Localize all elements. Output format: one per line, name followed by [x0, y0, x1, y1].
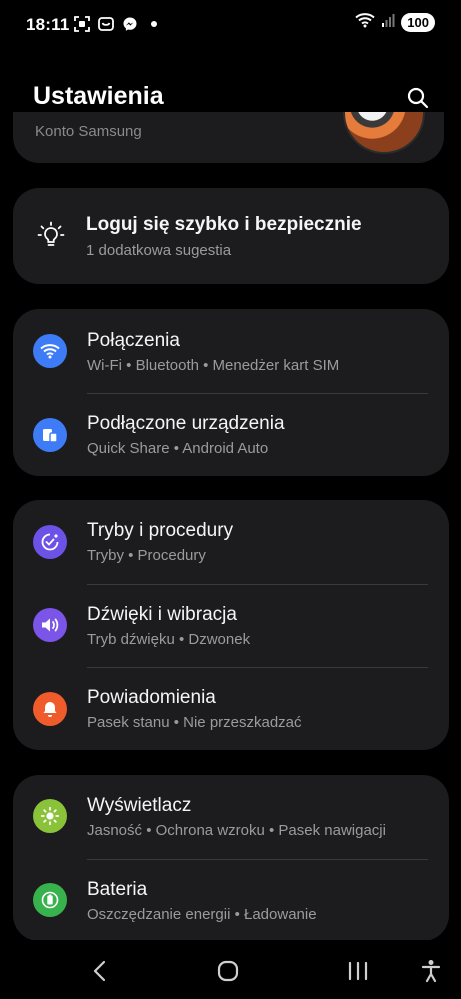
item-subtitle: Tryb dźwięku • Dzwonek: [87, 631, 251, 648]
search-button[interactable]: [400, 80, 436, 116]
item-subtitle: Jasność • Ochrona wzroku • Pasek nawigac…: [87, 822, 386, 839]
notification-dot-icon: [146, 16, 162, 32]
suggestion-subtitle: 1 dodatkowa sugestia: [86, 242, 232, 259]
lightbulb-icon: [37, 221, 65, 254]
item-title: Tryby i procedury: [87, 520, 234, 541]
settings-group-connections: Połączenia Wi-Fi • Bluetooth • Menedżer …: [13, 309, 449, 476]
item-subtitle: Wi-Fi • Bluetooth • Menedżer kart SIM: [87, 357, 340, 374]
item-subtitle: Pasek stanu • Nie przeszkadzać: [87, 714, 302, 731]
item-title: Powiadomienia: [87, 687, 216, 708]
settings-item-connections[interactable]: Połączenia Wi-Fi • Bluetooth • Menedżer …: [13, 309, 449, 393]
search-icon: [407, 87, 429, 109]
settings-item-modes[interactable]: Tryby i procedury Tryby • Procedury: [13, 500, 449, 584]
settings-screen: 18:11 100 Ustawienia Konto Samsung Loguj…: [0, 0, 461, 999]
battery-icon: [33, 883, 67, 917]
settings-group-display: Wyświetlacz Jasność • Ochrona wzroku • P…: [13, 775, 449, 941]
settings-item-notifications[interactable]: Powiadomienia Pasek stanu • Nie przeszka…: [13, 667, 449, 751]
speaker-icon: [33, 608, 67, 642]
signal-icon: [381, 12, 395, 33]
modes-check-icon: [33, 525, 67, 559]
item-subtitle: Tryby • Procedury: [87, 547, 206, 564]
sun-icon: [33, 799, 67, 833]
bell-icon: [33, 692, 67, 726]
home-button[interactable]: [208, 954, 248, 988]
back-button[interactable]: [80, 954, 120, 988]
item-title: Połączenia: [87, 330, 180, 351]
accessibility-icon: [421, 960, 441, 983]
wifi-icon: [33, 334, 67, 368]
status-left-icons: [74, 16, 162, 32]
suggestion-card[interactable]: Loguj się szybko i bezpiecznie 1 dodatko…: [13, 188, 449, 284]
battery-level: 100: [401, 13, 435, 32]
back-icon: [93, 960, 106, 982]
settings-item-battery[interactable]: Bateria Oszczędzanie energii • Ładowanie: [13, 859, 449, 943]
settings-item-display[interactable]: Wyświetlacz Jasność • Ochrona wzroku • P…: [13, 775, 449, 859]
recents-button[interactable]: [338, 954, 378, 988]
settings-item-sounds[interactable]: Dźwięki i wibracja Tryb dźwięku • Dzwone…: [13, 584, 449, 668]
screenshot-icon: [74, 16, 90, 32]
messenger-icon: [122, 16, 138, 32]
item-title: Bateria: [87, 879, 148, 900]
navigation-bar: [0, 940, 461, 999]
suggestion-title: Loguj się szybko i bezpiecznie: [86, 214, 362, 235]
status-right-icons: 100: [355, 12, 435, 33]
accessibility-button[interactable]: [411, 954, 451, 988]
settings-item-connected-devices[interactable]: Podłączone urządzenia Quick Share • Andr…: [13, 393, 449, 477]
status-time: 18:11: [26, 15, 70, 34]
recents-icon: [348, 961, 368, 981]
home-icon: [217, 960, 239, 982]
devices-icon: [33, 418, 67, 452]
page-title: Ustawienia: [33, 82, 164, 110]
avatar: [343, 112, 425, 154]
item-title: Wyświetlacz: [87, 795, 192, 816]
item-title: Dźwięki i wibracja: [87, 604, 237, 625]
item-subtitle: Quick Share • Android Auto: [87, 440, 269, 457]
settings-group-sound: Tryby i procedury Tryby • Procedury Dźwi…: [13, 500, 449, 750]
status-bar: 18:11 100: [0, 0, 461, 48]
samsung-account-card[interactable]: Konto Samsung: [13, 112, 444, 163]
item-subtitle: Oszczędzanie energii • Ładowanie: [87, 906, 317, 923]
wifi-icon: [355, 12, 375, 33]
item-title: Podłączone urządzenia: [87, 413, 285, 434]
smile-app-icon: [98, 16, 114, 32]
account-label: Konto Samsung: [35, 123, 142, 140]
